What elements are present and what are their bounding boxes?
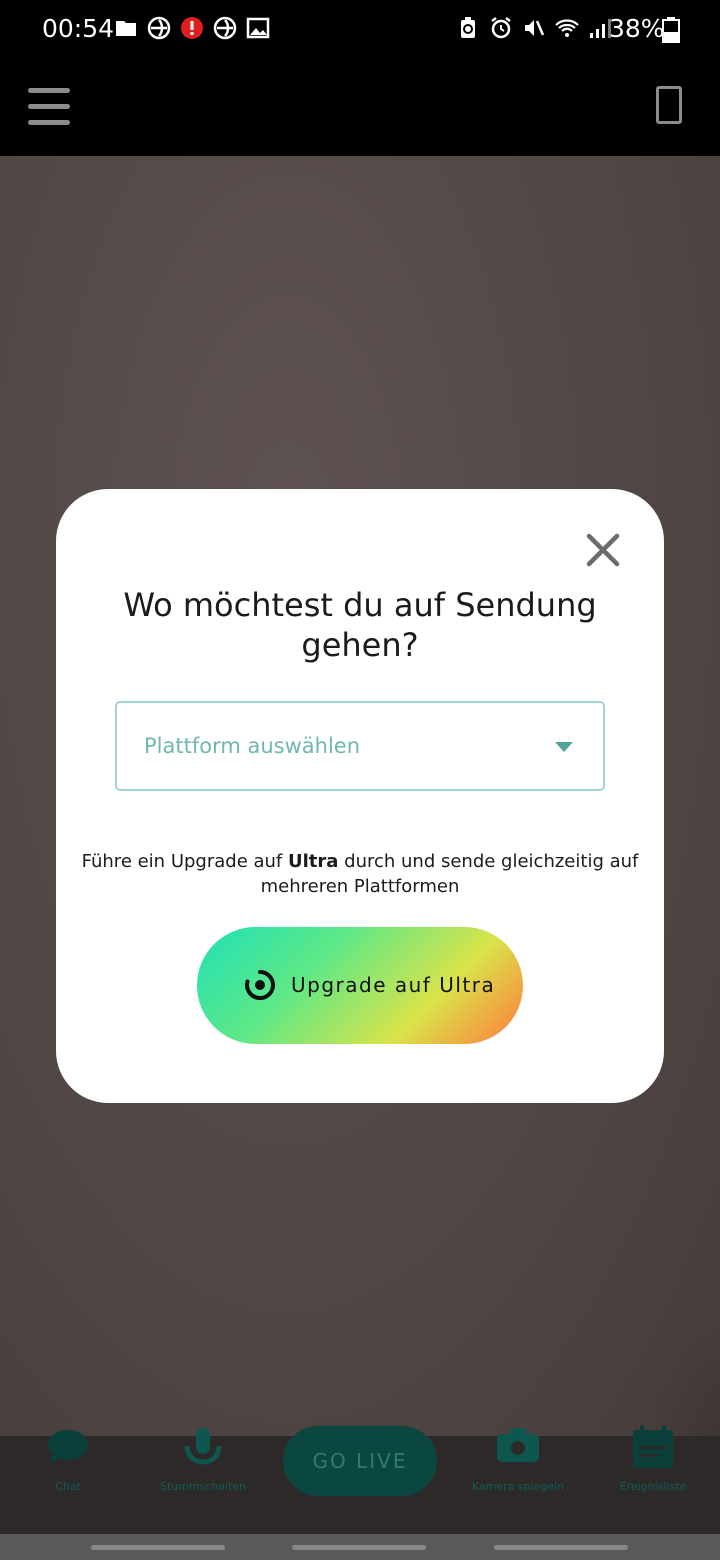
battery-icon bbox=[662, 17, 680, 43]
platform-dialog: Wo möchtest du auf Sendung gehen? Plattf… bbox=[56, 489, 664, 1103]
dialog-title: Wo möchtest du auf Sendung gehen? bbox=[123, 586, 597, 664]
upgrade-ultra-button[interactable]: Upgrade auf Ultra bbox=[197, 927, 523, 1044]
status-time: 00:54 bbox=[42, 14, 115, 43]
nav-home[interactable] bbox=[292, 1545, 426, 1550]
status-left-icons bbox=[114, 16, 270, 40]
app-icon bbox=[213, 16, 237, 40]
chevron-down-icon bbox=[555, 742, 573, 752]
toolbar-flip-label: Kamera spiegeln bbox=[471, 1480, 565, 1493]
microphone-icon bbox=[184, 1428, 222, 1465]
toolbar-flip-camera[interactable]: Kamera spiegeln bbox=[460, 1428, 576, 1534]
upgrade-button-label: Upgrade auf Ultra bbox=[291, 973, 496, 997]
status-right-icons bbox=[456, 16, 612, 40]
ultra-logo-icon bbox=[245, 970, 276, 1000]
close-icon[interactable] bbox=[584, 531, 622, 569]
alarm-icon bbox=[491, 17, 511, 39]
bottom-toolbar: Chat Stummschalten GO LIVE Kamera spiege… bbox=[0, 1425, 720, 1534]
folder-icon bbox=[116, 21, 136, 36]
upgrade-note-before: Führe ein Upgrade auf bbox=[81, 851, 288, 872]
mute-icon bbox=[525, 20, 545, 36]
wifi-icon bbox=[555, 19, 579, 37]
upgrade-note: Führe ein Upgrade auf Ultra durch und se… bbox=[56, 849, 664, 899]
chat-icon bbox=[48, 1430, 88, 1463]
system-nav-bar bbox=[0, 1534, 720, 1560]
go-live-button[interactable]: GO LIVE bbox=[283, 1426, 437, 1496]
image-icon bbox=[246, 17, 270, 39]
camera-flip-icon bbox=[497, 1428, 539, 1462]
nav-back[interactable] bbox=[494, 1545, 628, 1550]
nav-recents[interactable] bbox=[91, 1545, 225, 1550]
app-icon bbox=[147, 16, 171, 40]
toolbar-event-label: Ereignisliste bbox=[619, 1480, 687, 1493]
toolbar-chat[interactable]: Chat bbox=[20, 1430, 116, 1534]
alert-icon bbox=[181, 17, 203, 39]
hamburger-menu-icon[interactable] bbox=[28, 88, 70, 126]
upgrade-note-bold: Ultra bbox=[288, 851, 339, 872]
battery-percent: 38% bbox=[609, 14, 665, 43]
app-bar bbox=[0, 58, 720, 156]
phone-orientation-icon[interactable] bbox=[656, 86, 682, 124]
toolbar-chat-label: Chat bbox=[55, 1480, 81, 1493]
event-list-icon bbox=[633, 1425, 673, 1468]
status-bar: 00:54 38% bbox=[0, 0, 720, 58]
toolbar-mute-label: Stummschalten bbox=[159, 1480, 247, 1493]
platform-select-placeholder: Plattform auswählen bbox=[144, 734, 361, 758]
battery-saver-icon bbox=[461, 17, 475, 38]
platform-select[interactable]: Plattform auswählen bbox=[115, 701, 605, 791]
toolbar-event-list[interactable]: Ereignisliste bbox=[610, 1425, 696, 1534]
toolbar-mute[interactable]: Stummschalten bbox=[150, 1428, 256, 1534]
